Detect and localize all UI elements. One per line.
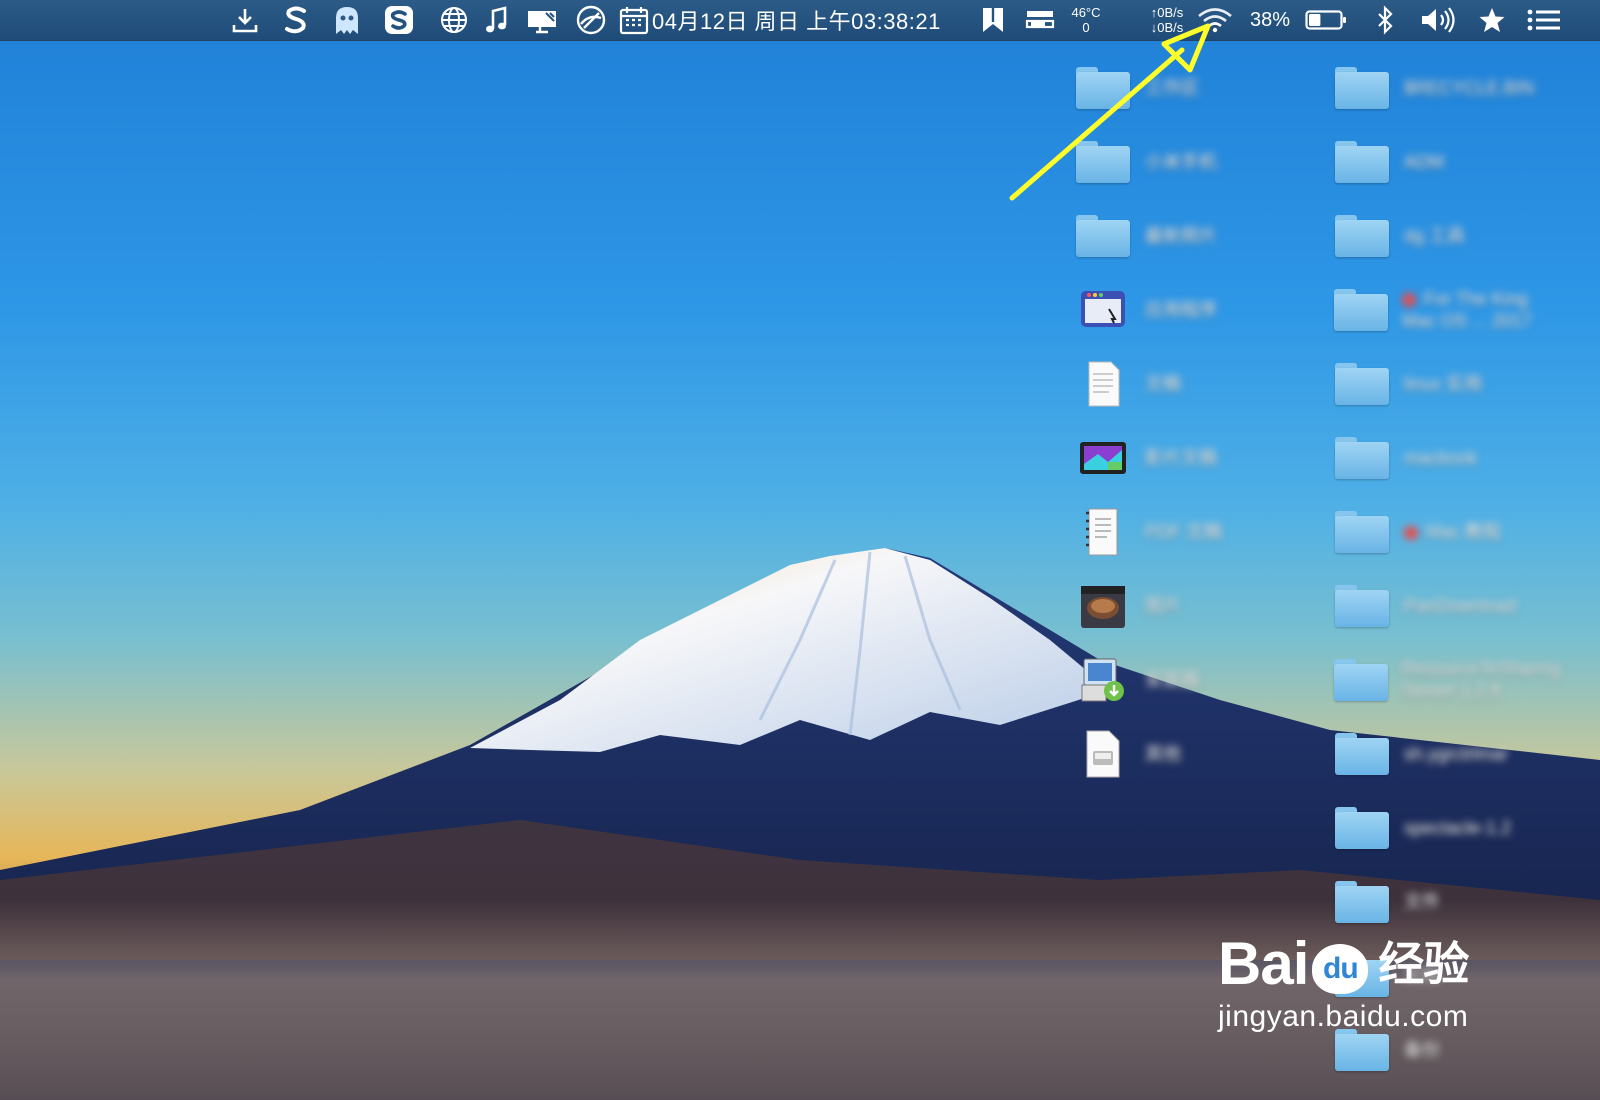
watermark-bai: Bai: [1218, 930, 1309, 997]
watermark-brand: Bai du 经验: [1218, 934, 1518, 994]
paw-logo-icon: du: [1312, 944, 1369, 994]
watermark-jingyan: 经验: [1378, 938, 1469, 990]
baidu-jingyan-watermark: Bai du 经验 jingyan.baidu.com: [1218, 934, 1518, 1034]
watermark-du: du: [1323, 952, 1359, 985]
watermark-url: jingyan.baidu.com: [1218, 1000, 1469, 1033]
